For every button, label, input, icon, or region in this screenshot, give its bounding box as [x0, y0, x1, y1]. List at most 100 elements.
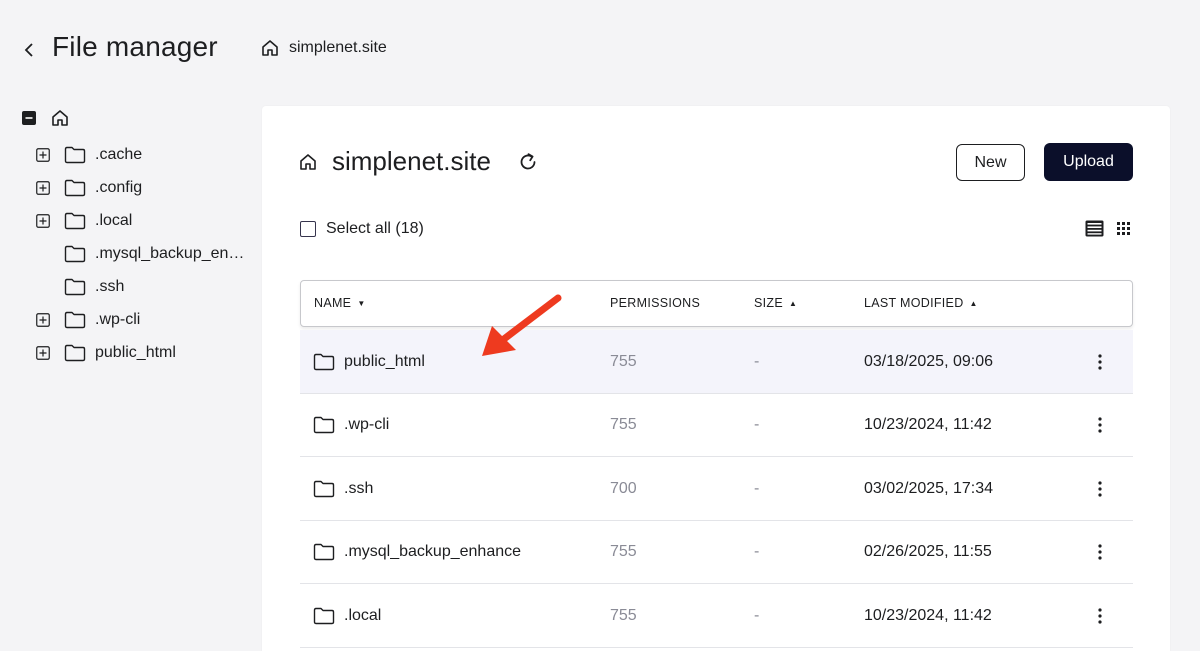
size-cell: -: [754, 352, 760, 370]
table-header: NAME ▼ PERMISSIONS SIZE ▲ LAST MODIFIED ▲: [300, 280, 1133, 327]
folder-icon: [64, 278, 86, 295]
list-view-button[interactable]: [1085, 220, 1104, 237]
column-name-label: NAME: [314, 296, 352, 310]
name-cell: .local: [313, 584, 381, 647]
refresh-button[interactable]: [517, 151, 539, 173]
select-all-label: Select all (18): [326, 220, 424, 237]
select-all[interactable]: Select all (18): [300, 220, 424, 238]
modified-cell: 10/23/2024, 11:42: [864, 416, 992, 433]
table-row[interactable]: .wp-cli 755 - 10/23/2024, 11:42: [300, 394, 1133, 457]
sort-up-icon: ▲: [788, 298, 798, 308]
row-menu-button[interactable]: [1088, 330, 1112, 393]
column-last-modified-label: LAST MODIFIED: [864, 296, 964, 310]
expand-icon[interactable]: [36, 147, 50, 162]
home-icon: [300, 153, 316, 170]
size-cell: -: [754, 543, 760, 560]
modified-cell: 10/23/2024, 11:42: [864, 606, 992, 624]
list-view-icon: [1085, 220, 1104, 237]
back-button[interactable]: [18, 36, 40, 64]
tree-item-public-html[interactable]: public_html: [22, 336, 252, 369]
more-vertical-icon: [1098, 480, 1102, 497]
table-row[interactable]: .mysql_backup_enhance 755 - 02/26/2025, …: [300, 521, 1133, 584]
name-cell: .ssh: [313, 457, 373, 520]
permissions-cell: 755: [610, 543, 637, 560]
column-size-label: SIZE: [754, 296, 783, 310]
size-cell: -: [754, 479, 760, 497]
folder-icon: [313, 607, 335, 624]
tree-item-label: public_html: [95, 343, 176, 361]
select-all-checkbox[interactable]: [300, 221, 316, 237]
sort-up-icon: ▲: [969, 298, 978, 308]
more-vertical-icon: [1098, 353, 1102, 370]
permissions-cell: 755: [610, 606, 637, 624]
column-permissions[interactable]: PERMISSIONS: [610, 296, 700, 310]
tree-item-ssh[interactable]: .ssh: [22, 270, 252, 303]
tree-item-label: .local: [95, 211, 133, 229]
name-cell: .mysql_backup_enhance: [313, 521, 521, 584]
grid-view-button[interactable]: [1116, 221, 1131, 236]
column-permissions-label: PERMISSIONS: [610, 296, 701, 310]
name-cell: public_html: [313, 330, 425, 393]
expand-icon[interactable]: [36, 345, 50, 360]
panel-title: simplenet.site: [332, 146, 491, 176]
file-table: public_html 755 - 03/18/2025, 09:06 .wp-…: [300, 330, 1133, 648]
tree-item-mysql-backup[interactable]: .mysql_backup_enh...: [22, 237, 252, 270]
more-vertical-icon: [1098, 544, 1102, 560]
permissions-cell: 755: [610, 352, 637, 370]
folder-icon: [64, 179, 86, 196]
tree-item-cache[interactable]: .cache: [22, 138, 252, 171]
folder-icon: [313, 480, 335, 497]
column-size[interactable]: SIZE ▲: [754, 296, 797, 310]
new-button[interactable]: New: [956, 144, 1025, 181]
home-icon: [50, 108, 70, 128]
row-menu-button[interactable]: [1088, 457, 1112, 520]
tree-item-label: .config: [95, 178, 143, 196]
row-menu-button[interactable]: [1088, 521, 1112, 584]
breadcrumb-label: simplenet.site: [289, 39, 387, 56]
top-bar: File manager simplenet.site: [0, 0, 1200, 100]
file-name: public_html: [344, 352, 425, 370]
tree-item-label: .cache: [95, 145, 143, 163]
row-menu-button[interactable]: [1088, 584, 1112, 647]
more-vertical-icon: [1098, 607, 1102, 624]
expand-icon[interactable]: [36, 312, 50, 327]
folder-icon: [64, 344, 86, 361]
upload-button[interactable]: Upload: [1044, 143, 1133, 181]
expand-icon[interactable]: [36, 213, 50, 228]
permissions-cell: 755: [610, 416, 637, 433]
column-name[interactable]: NAME ▼: [314, 296, 366, 310]
folder-icon: [64, 146, 86, 163]
modified-cell: 02/26/2025, 11:55: [864, 543, 992, 560]
tree-root[interactable]: [22, 106, 252, 130]
tree-item-local[interactable]: .local: [22, 204, 252, 237]
collapse-icon[interactable]: [22, 111, 36, 125]
tree-item-config[interactable]: .config: [22, 171, 252, 204]
folder-icon: [64, 212, 86, 229]
view-toggles: [1085, 220, 1131, 237]
sort-down-icon: ▼: [357, 298, 366, 308]
chevron-left-icon: [24, 43, 33, 57]
column-last-modified[interactable]: LAST MODIFIED ▲: [864, 296, 978, 310]
folder-icon: [313, 353, 335, 370]
modified-cell: 03/18/2025, 09:06: [864, 352, 994, 370]
refresh-icon: [520, 152, 536, 169]
folder-icon: [313, 416, 335, 434]
row-menu-button[interactable]: [1088, 394, 1112, 457]
folder-icon: [64, 245, 86, 262]
file-name: .mysql_backup_enhance: [344, 543, 522, 560]
panel-header: simplenet.site: [298, 146, 539, 177]
table-row[interactable]: .local 755 - 10/23/2024, 11:42: [300, 584, 1133, 648]
more-vertical-icon: [1098, 417, 1102, 433]
size-cell: -: [754, 606, 760, 624]
table-row[interactable]: public_html 755 - 03/18/2025, 09:06: [300, 330, 1133, 394]
breadcrumb[interactable]: simplenet.site: [260, 38, 387, 58]
expand-icon[interactable]: [36, 180, 50, 195]
table-row[interactable]: .ssh 700 - 03/02/2025, 17:34: [300, 457, 1133, 521]
tree-item-wp-cli[interactable]: .wp-cli: [22, 303, 252, 336]
modified-cell: 03/02/2025, 17:34: [864, 479, 994, 497]
folder-tree: .cache .config .local .mysql_backup_enh.…: [22, 106, 252, 369]
tree-item-label: .mysql_backup_enh...: [95, 244, 250, 262]
file-name: .local: [344, 606, 382, 624]
tree-item-label: .wp-cli: [95, 310, 141, 328]
file-name: .wp-cli: [344, 416, 390, 433]
